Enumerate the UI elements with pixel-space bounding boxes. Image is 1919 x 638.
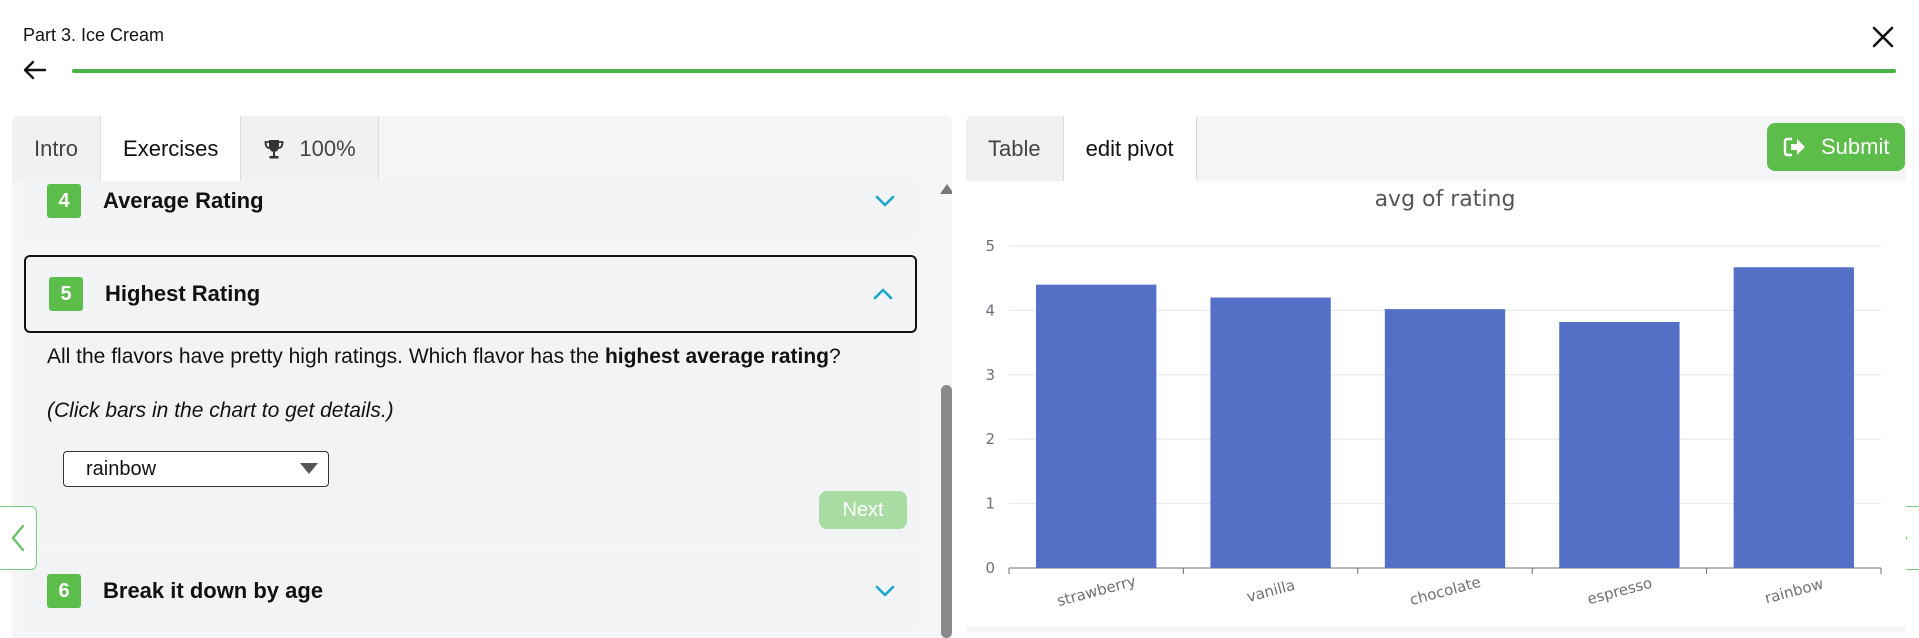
y-tick-label: 3	[985, 366, 995, 384]
y-tick-label: 1	[985, 495, 995, 513]
submit-label: Submit	[1821, 134, 1890, 159]
exercise-4-header[interactable]: 4 Average Rating	[24, 181, 917, 221]
bar-vanilla[interactable]	[1210, 297, 1331, 568]
y-tick-label: 2	[985, 430, 995, 448]
bar-chocolate[interactable]	[1384, 309, 1506, 568]
x-tick-label: rainbow	[1763, 575, 1826, 608]
tab-intro-label: Intro	[34, 135, 79, 161]
exercise-panel: Intro Exercises 100% 4 Average Rating 5 …	[12, 116, 952, 638]
y-tick-label: 4	[985, 301, 995, 319]
progress-bar	[72, 69, 1896, 73]
exercise-5-question: All the flavors have pretty high ratings…	[47, 345, 841, 369]
tab-score[interactable]: 100%	[241, 116, 379, 181]
exercise-card-6: 6 Break it down by age	[24, 553, 917, 629]
previous-page-button[interactable]	[0, 506, 37, 570]
progress-fill	[72, 69, 1896, 73]
x-tick-label: vanilla	[1245, 576, 1297, 606]
caret-down-icon	[300, 463, 318, 474]
bar-espresso[interactable]	[1559, 321, 1680, 568]
scrollbar[interactable]	[940, 181, 952, 638]
left-tabbar: Intro Exercises 100%	[12, 116, 379, 181]
exercise-5-header[interactable]: 5 Highest Rating	[24, 255, 917, 333]
exercise-6-header[interactable]: 6 Break it down by age	[24, 571, 917, 611]
tab-table-label: Table	[988, 135, 1041, 161]
score-label: 100%	[299, 135, 356, 161]
chevron-down-icon[interactable]	[875, 195, 895, 207]
page-title: Part 3. Ice Cream	[23, 25, 165, 45]
tab-exercises-label: Exercises	[123, 135, 219, 161]
exercise-list[interactable]: 4 Average Rating 5 Highest Rating All th…	[12, 181, 952, 638]
next-button[interactable]: Next	[819, 491, 907, 529]
trophy-icon	[263, 138, 285, 160]
bar-chart: avg of rating 0 1 2 3 4 5 strawberry vanilla choc…	[966, 181, 1906, 626]
answer-select[interactable]: rainbow	[63, 451, 329, 487]
exercise-5-title: Highest Rating	[105, 281, 261, 306]
exercise-6-number: 6	[47, 574, 81, 608]
question-end: ?	[829, 345, 841, 368]
exercise-card-5: 5 Highest Rating All the flavors have pr…	[24, 255, 917, 543]
exercise-5-hint: (Click bars in the chart to get details.…	[47, 399, 394, 422]
answer-select-value: rainbow	[86, 457, 157, 480]
x-tick-label: espresso	[1585, 574, 1654, 609]
y-tick-label: 5	[985, 237, 995, 255]
question-emphasis: highest average rating	[604, 345, 830, 368]
x-tick-label: strawberry	[1055, 572, 1138, 610]
chart-title: avg of rating	[1375, 187, 1516, 212]
bar-rainbow[interactable]	[1733, 267, 1854, 568]
scroll-up-icon[interactable]	[940, 184, 952, 194]
back-arrow-icon[interactable]	[20, 55, 50, 85]
exercise-4-title: Average Rating	[103, 188, 264, 213]
exercise-6-title: Break it down by age	[103, 578, 324, 603]
chevron-up-icon[interactable]	[873, 288, 893, 300]
submit-button[interactable]: Submit	[1767, 123, 1905, 171]
close-icon[interactable]	[1866, 22, 1900, 52]
tab-table[interactable]: Table	[966, 116, 1064, 181]
chevron-left-icon	[11, 524, 25, 552]
y-tick-label: 0	[985, 559, 995, 577]
chart-svg: avg of rating 0 1 2 3 4 5 strawberry vanilla choc…	[985, 187, 1882, 610]
bar-strawberry[interactable]	[1036, 284, 1157, 568]
scrollbar-thumb[interactable]	[941, 385, 952, 638]
x-tick-label: chocolate	[1408, 573, 1483, 609]
submit-icon	[1783, 136, 1807, 158]
tab-intro[interactable]: Intro	[12, 116, 102, 181]
chevron-down-icon[interactable]	[875, 585, 895, 597]
question-text: All the flavors have pretty high ratings…	[47, 345, 605, 368]
exercise-card-4: 4 Average Rating	[24, 181, 917, 236]
tab-edit-pivot-label: edit pivot	[1085, 135, 1174, 161]
tab-edit-pivot[interactable]: edit pivot	[1063, 116, 1197, 181]
tab-exercises[interactable]: Exercises	[101, 116, 242, 181]
exercise-4-number: 4	[47, 184, 81, 218]
exercise-5-number: 5	[49, 277, 83, 311]
data-panel: Table edit pivot Submit avg of rating 0 1 2…	[966, 116, 1906, 632]
right-tabbar: Table edit pivot	[966, 116, 1197, 181]
